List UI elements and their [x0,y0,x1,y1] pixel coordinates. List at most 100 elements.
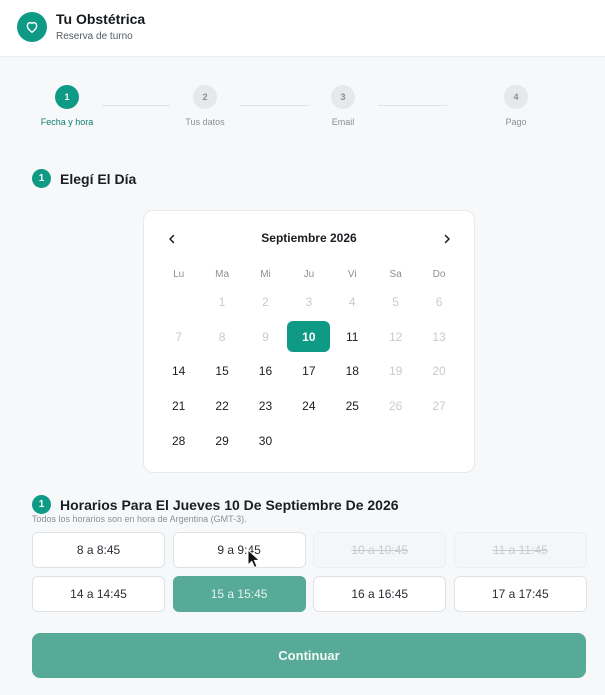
calendar-day-number: 10 [287,321,331,353]
time-slot-button[interactable]: 17 a 17:45 [453,576,587,612]
weekday-label: Ju [303,268,315,280]
calendar-day[interactable]: 24 [287,389,330,424]
calendar-day-number: 17 [302,364,316,379]
calendar-day[interactable]: 15 [200,354,243,389]
calendar-day[interactable]: 29 [200,423,243,458]
calendar-day-number: 18 [345,364,359,379]
time-section-title: Horarios Para El Jueves 10 De Septiembre… [60,496,399,513]
date-picker-calendar: Septiembre 2026 Lu Ma Mi Ju Vi Sa Do 1 2 3 4 5 6 7 8 9 1… [143,210,475,473]
calendar-day-number: 21 [172,399,186,414]
step-label: Tus datos [185,117,225,127]
calendar-day[interactable]: 28 [157,423,200,458]
calendar-day-number: 20 [432,364,446,379]
calendar-day: 12 [374,320,417,355]
calendar-day-number: 15 [215,364,229,379]
time-slot-button: 10 a 10:45 [313,532,447,568]
calendar-day-number: 22 [215,399,229,414]
calendar-day[interactable]: 10 [287,320,331,355]
calendar-day[interactable]: 30 [244,423,287,458]
weekday-label: Sa [389,268,402,280]
calendar-day: 19 [374,354,417,389]
calendar-day: 26 [374,389,417,424]
calendar-day-number: 8 [218,329,226,344]
calendar-day-number: 12 [388,329,403,344]
step-number: 2 [193,85,217,109]
time-slot-button[interactable]: 9 a 9:45 [172,532,306,568]
calendar-day: 7 [157,320,200,355]
calendar-day[interactable]: 11 [331,320,374,355]
calendar-day-number: 5 [392,295,399,310]
calendar-day[interactable]: 22 [200,389,243,424]
chevron-right-icon[interactable] [435,227,459,251]
time-slot-grid: 8 a 8:45 9 a 9:45 10 a 10:45 11 a 11:45 14 a… [32,532,587,612]
calendar-day[interactable]: 14 [157,354,200,389]
heart-icon [17,12,47,42]
calendar-day[interactable]: 18 [331,354,374,389]
calendar-day[interactable]: 21 [157,389,200,424]
calendar-day-number: 13 [432,329,446,344]
weekday-label: Vi [347,268,357,280]
calendar-day: 3 [287,285,330,320]
step-number: 1 [55,85,79,109]
step-number: 3 [331,85,355,109]
step-connector [102,105,170,106]
calendar-day-number: 27 [432,399,446,414]
step-number: 4 [504,85,528,109]
step-label: Email [331,117,355,127]
calendar-day-number: 30 [258,433,273,448]
time-slot-button: 11 a 11:45 [453,532,587,568]
app-title: Tu Obstétrica [56,11,146,27]
calendar-day-number: 7 [175,329,183,344]
calendar-day: 1 [200,285,243,320]
calendar-day-number: 6 [435,295,443,310]
calendar-day: 5 [374,285,417,320]
day-section-heading: 1 Elegí El Día [32,169,136,188]
section-number-badge: 1 [32,495,51,514]
weekday-label: Ma [215,268,230,280]
step-email[interactable]: 3 Email [303,85,383,127]
calendar-day[interactable]: 23 [244,389,287,424]
step-label: Pago [505,117,527,127]
calendar-day-number: 26 [388,399,403,414]
calendar-day-number: 24 [302,399,316,414]
step-fecha-y-hora[interactable]: 1 Fecha y hora [27,85,107,127]
calendar-day[interactable]: 16 [244,354,287,389]
weekday-label: Lu [173,268,185,280]
continue-button[interactable]: Continuar [32,633,586,678]
calendar-day[interactable]: 17 [287,354,330,389]
time-section-heading: 1 Horarios Para El Jueves 10 De Septiemb… [32,495,399,514]
calendar-day-number: 28 [172,433,186,448]
calendar-day-number: 29 [215,433,229,448]
time-slot-button[interactable]: 16 a 16:45 [313,576,447,612]
section-number-badge: 1 [32,169,51,188]
time-slot-button[interactable]: 15 a 15:45 [172,576,306,612]
calendar-day: 27 [417,389,460,424]
weekday-label: Do [432,268,446,280]
calendar-day-number: 9 [262,329,269,344]
calendar-day[interactable]: 25 [331,389,374,424]
calendar-month-label: Septiembre 2026 [261,231,357,245]
calendar-day: 6 [417,285,460,320]
calendar-day-number: 25 [345,399,359,414]
app-header: Tu Obstétrica Reserva de turno [0,0,605,57]
calendar-day-number: 19 [388,364,403,379]
timezone-note: Todos los horarios son en hora de Argent… [32,514,247,524]
weekday-label: Mi [260,268,271,280]
calendar-day-number: 11 [346,329,359,344]
calendar-day-number: 1 [218,295,226,310]
calendar-day: 13 [417,320,460,355]
step-pago[interactable]: 4 Pago [476,85,556,127]
calendar-day: 9 [244,320,287,355]
calendar-day-number: 4 [348,295,356,310]
app-subtitle: Reserva de turno [56,31,133,42]
calendar-day: 20 [417,354,460,389]
calendar-day-number: 14 [172,364,186,379]
calendar-day-number: 3 [305,295,313,310]
time-slot-button[interactable]: 14 a 14:45 [32,576,165,612]
calendar-day-number: 2 [262,295,269,310]
step-connector [378,105,447,106]
calendar-day-number: 23 [258,399,273,414]
time-slot-button[interactable]: 8 a 8:45 [32,532,165,568]
step-tus-datos[interactable]: 2 Tus datos [165,85,245,127]
calendar-grid: Lu Ma Mi Ju Vi Sa Do 1 2 3 4 5 6 7 8 9 10 11 12 13 14 15 16 17 1… [157,263,461,458]
